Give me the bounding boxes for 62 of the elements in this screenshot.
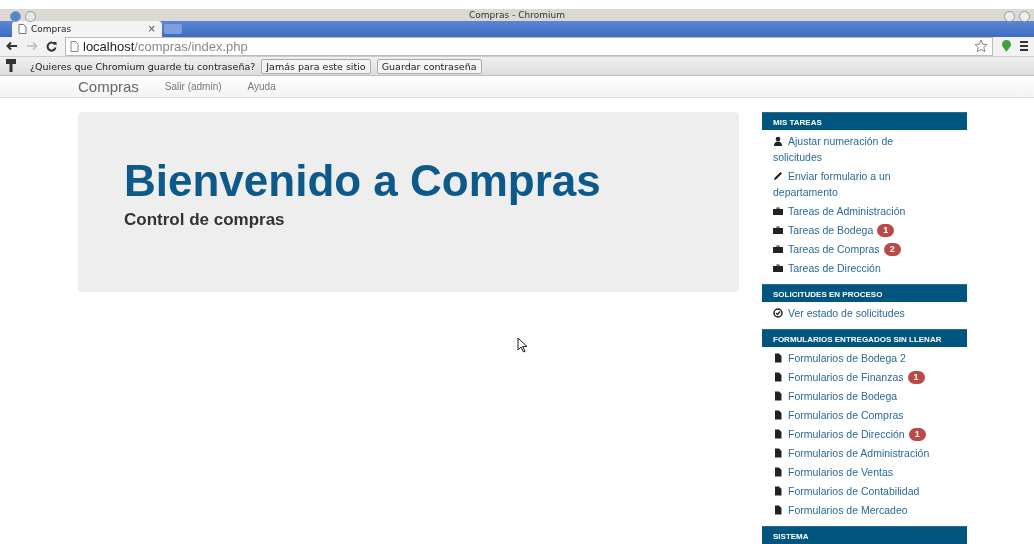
forward-icon[interactable]	[26, 41, 38, 52]
page-icon	[18, 23, 27, 34]
check-circle-icon	[773, 307, 783, 318]
extension-icon[interactable]	[1001, 39, 1012, 54]
section-heading: SOLICITUDES EN PROCESO	[762, 284, 967, 302]
sidebar-link[interactable]: Tareas de Dirección	[773, 259, 939, 276]
sidebar-link[interactable]: Enviar formulario a un departamento	[773, 167, 939, 200]
count-badge: 1	[907, 370, 925, 384]
sidebar-link[interactable]: Tareas de Administración	[773, 202, 939, 219]
nav-link[interactable]: Salir (admin)	[164, 81, 222, 93]
sidebar-link[interactable]: Formularios de Bodega 2	[773, 349, 939, 366]
file-icon	[773, 504, 783, 515]
file-icon	[773, 447, 783, 458]
tab-title: Compras	[31, 23, 73, 34]
section-heading: FORMULARIOS ENTREGADOS SIN LLENAR	[762, 329, 967, 347]
sidebar-link[interactable]: Formularios de Ventas	[773, 463, 939, 480]
menu-icon[interactable]	[1020, 40, 1028, 53]
count-badge: 2	[883, 242, 901, 256]
file-icon	[773, 466, 783, 477]
sidebar-link[interactable]: Formularios de Bodega	[773, 387, 939, 404]
sidebar-link[interactable]: Formularios de Compras	[773, 406, 939, 423]
count-badge: 1	[908, 427, 926, 441]
url-text: localhost/compras/index.php	[83, 38, 248, 54]
close-tab-button[interactable]: ×	[147, 23, 156, 35]
jumbotron-subtitle: Control de compras	[124, 210, 286, 230]
page-icon	[70, 40, 79, 52]
briefcase-icon	[773, 205, 783, 216]
file-icon	[773, 371, 783, 382]
infobar-message: ¿Quieres que Chromium guarde tu contraseña?	[30, 60, 256, 72]
sidebar-link[interactable]: Ajustar numeración de solicitudes	[773, 132, 939, 165]
section-heading: MIS TAREAS	[762, 112, 967, 130]
jumbotron-title: Bienvenido a Compras	[124, 156, 602, 206]
sidebar-link[interactable]: Tareas de Bodega 1	[773, 221, 939, 238]
file-icon	[773, 352, 783, 363]
nav-link[interactable]: Ayuda	[247, 81, 276, 93]
briefcase-icon	[773, 262, 783, 273]
back-icon[interactable]	[6, 41, 18, 52]
file-icon	[773, 485, 783, 496]
count-badge: 1	[877, 223, 895, 237]
sidebar-link[interactable]: Ver estado de solicitudes	[773, 304, 939, 321]
navbar-brand[interactable]: Compras	[78, 78, 139, 96]
sidebar-link[interactable]: Formularios de Mercadeo	[773, 501, 939, 518]
sidebar-link[interactable]: Formularios de Contabilidad	[773, 482, 939, 499]
sidebar-link[interactable]: Formularios de Dirección 1	[773, 425, 939, 442]
mouse-cursor-icon	[517, 337, 528, 353]
file-icon	[773, 428, 783, 439]
pencil-icon	[773, 170, 783, 181]
infobar-button[interactable]: Guardar contraseña	[376, 58, 482, 74]
file-icon	[773, 390, 783, 401]
star-icon[interactable]	[974, 39, 988, 54]
sidebar-link[interactable]: Tareas de Compras 2	[773, 240, 939, 257]
file-icon	[773, 409, 783, 420]
sidebar-link[interactable]: Formularios de Finanzas 1	[773, 368, 939, 385]
person-icon	[773, 135, 783, 146]
briefcase-icon	[773, 224, 783, 235]
window-title: Compras - Chromium	[469, 9, 565, 20]
section-heading: SISTEMA	[762, 526, 967, 544]
reload-icon[interactable]	[46, 40, 57, 52]
briefcase-icon	[773, 243, 783, 254]
infobar-button[interactable]: Jamás para este sitio	[261, 58, 371, 74]
sidebar-link[interactable]: Formularios de Administración	[773, 444, 939, 461]
key-icon	[6, 59, 16, 74]
